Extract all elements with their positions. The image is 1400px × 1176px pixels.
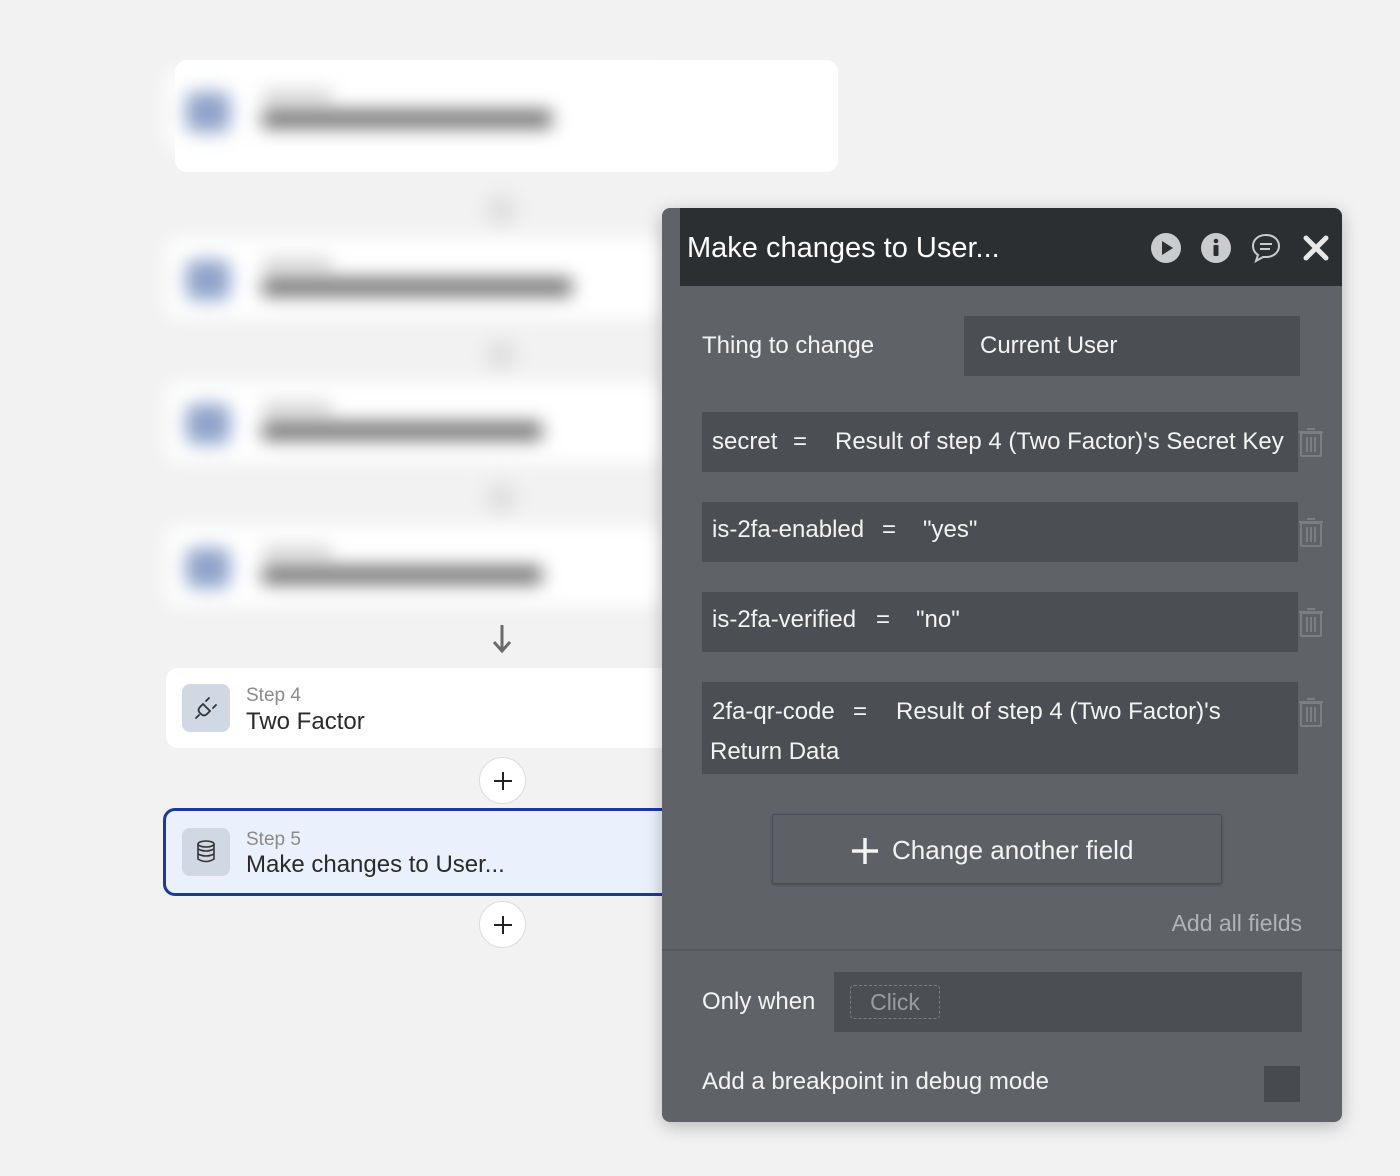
field-operator: =: [853, 698, 868, 725]
step-card-make-changes[interactable]: Step 5 Make changes to User...: [163, 808, 688, 896]
blurred-step-card: [166, 238, 666, 318]
thing-to-change-dropdown[interactable]: Current User: [964, 316, 1300, 376]
field-value[interactable]: Result of step 4 (Two Factor)'s Secret K…: [835, 428, 1284, 456]
blurred-step-icon: [186, 92, 230, 132]
field-value[interactable]: "yes": [923, 516, 977, 544]
plug-icon: [182, 684, 230, 732]
add-step-button[interactable]: [479, 757, 526, 804]
breakpoint-checkbox[interactable]: [1264, 1066, 1300, 1102]
close-icon[interactable]: [1300, 232, 1332, 264]
add-step-button[interactable]: [479, 901, 526, 948]
action-property-panel: Make changes to User... Thing to change …: [662, 208, 1342, 1122]
field-row-is-2fa-verified[interactable]: is-2fa-verified = "no": [702, 592, 1298, 652]
play-icon[interactable]: [1150, 232, 1182, 264]
plus-icon: [493, 915, 512, 934]
database-icon: [182, 828, 230, 876]
field-operator: =: [793, 428, 808, 455]
comment-icon[interactable]: [1250, 232, 1282, 264]
field-operator: =: [882, 516, 897, 543]
change-another-field-button[interactable]: Change another field: [772, 814, 1222, 884]
field-value-line1[interactable]: Result of step 4 (Two Factor)'s: [896, 698, 1221, 726]
info-icon[interactable]: [1200, 232, 1232, 264]
field-name: is-2fa-enabled: [712, 516, 865, 543]
blurred-step-icon: [186, 404, 230, 444]
field-name: is-2fa-verified: [712, 606, 857, 633]
step-title: Two Factor: [246, 708, 365, 735]
thing-to-change-value: Current User: [980, 332, 1118, 359]
blurred-step-card: [166, 70, 666, 150]
field-name: 2fa-qr-code: [712, 698, 835, 725]
thing-to-change-label: Thing to change: [702, 332, 875, 359]
arrow-down-icon: [492, 625, 512, 654]
step-number: Step 4: [246, 685, 301, 706]
add-all-fields-link[interactable]: Add all fields: [1172, 910, 1302, 937]
only-when-condition-field[interactable]: Click: [834, 972, 1302, 1032]
change-another-field-label: Change another field: [892, 835, 1134, 865]
field-operator: =: [876, 606, 891, 633]
panel-title: Make changes to User...: [687, 232, 1000, 264]
blurred-step-icon: [186, 260, 230, 300]
plus-icon: [852, 838, 878, 864]
blurred-step-icon: [186, 548, 230, 588]
field-value-line2[interactable]: Return Data: [710, 738, 839, 766]
trash-icon[interactable]: [1298, 516, 1324, 548]
field-name: secret: [712, 428, 778, 455]
breakpoint-label: Add a breakpoint in debug mode: [702, 1068, 1049, 1095]
field-row-secret[interactable]: secret = Result of step 4 (Two Factor)'s…: [702, 412, 1298, 472]
blurred-step-card: [166, 526, 666, 606]
field-value[interactable]: "no": [916, 606, 960, 634]
trash-icon[interactable]: [1298, 426, 1324, 458]
field-row-is-2fa-enabled[interactable]: is-2fa-enabled = "yes": [702, 502, 1298, 562]
step-number: Step 5: [246, 829, 301, 850]
step-card-two-factor[interactable]: Step 4 Two Factor: [166, 668, 686, 748]
trash-icon[interactable]: [1298, 696, 1324, 728]
trash-icon[interactable]: [1298, 606, 1324, 638]
divider: [662, 949, 1342, 951]
only-when-placeholder[interactable]: Click: [850, 985, 940, 1019]
plus-icon: [493, 771, 512, 790]
field-row-2fa-qr-code[interactable]: 2fa-qr-code = Result of step 4 (Two Fact…: [702, 682, 1298, 774]
step-title: Make changes to User...: [246, 851, 505, 878]
panel-header: Make changes to User...: [680, 208, 1342, 286]
only-when-label: Only when: [702, 988, 816, 1015]
blurred-step-card: [166, 382, 666, 462]
blurred-steps-area: [150, 40, 680, 624]
